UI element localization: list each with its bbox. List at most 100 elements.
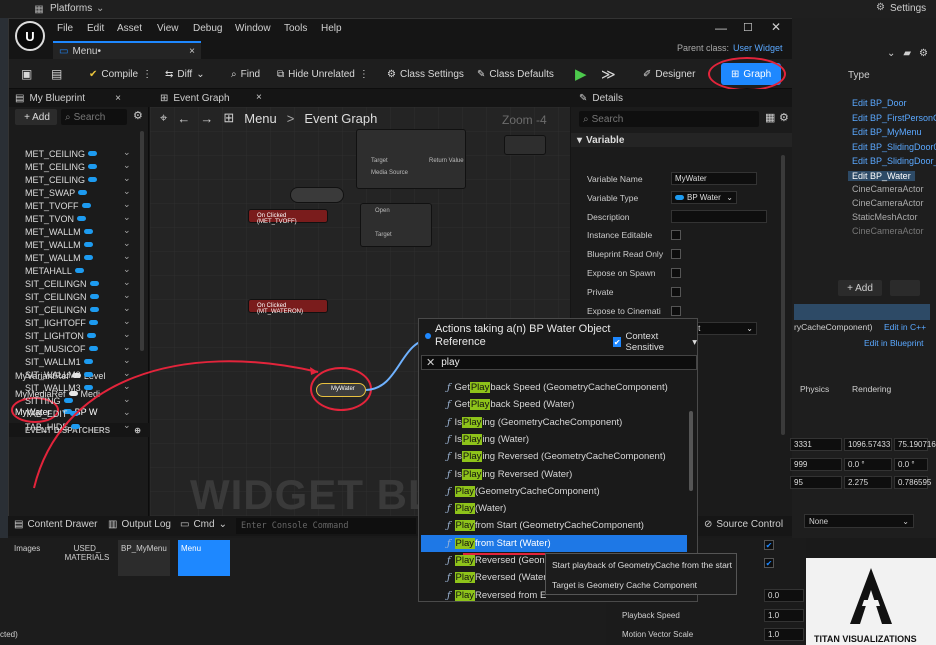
gear-icon[interactable]: ⚙ [133,109,143,122]
action-item[interactable]: ƒ Is Play ing Reversed (Water) [447,466,572,483]
tab-close-icon[interactable]: × [189,46,195,57]
variable-row[interactable]: SIT_WALLM2 [25,368,93,381]
variable-row[interactable]: TAB_HIDE [25,420,81,433]
rotation-y-field[interactable]: 0.0 ° [844,458,892,471]
hide-unrelated-button[interactable]: ⧉ Hide Unrelated ⋮ [277,65,369,83]
chevron-down-icon[interactable]: ⌄ [887,48,895,59]
chevron-down-icon[interactable]: ⌄ [123,329,131,340]
variable-row[interactable]: SIT_MUSICOF [25,342,98,355]
checkbox[interactable] [671,268,681,278]
menu-file[interactable]: File [57,23,73,34]
menu-window[interactable]: Window [235,23,271,34]
checkbox[interactable] [671,249,681,260]
chevron-down-icon[interactable]: ⌄ [123,212,131,223]
variable-row[interactable]: SIT_CEILINGN [25,303,99,316]
action-item[interactable]: ƒ Is Play ing Reversed (GeometryCacheCompo… [447,448,666,465]
scrollbar[interactable] [140,131,144,351]
geometry-cache-dropdown[interactable]: None ⌄ [804,514,914,528]
variable-row[interactable]: MET_CEILING [25,147,98,160]
location-x-field[interactable]: 3331 [790,438,842,451]
variable-row[interactable]: MET_TVON [25,212,87,225]
console-input[interactable]: Enter Console Command [236,518,416,534]
fast-forward-icon[interactable]: ≫ [601,65,616,83]
settings-menu[interactable]: Settings [890,3,926,14]
checkbox[interactable] [671,230,681,241]
chevron-down-icon[interactable]: ⌄ [123,316,131,327]
chevron-down-icon[interactable]: ⌄ [123,199,131,210]
action-search-input[interactable]: ✕ play [421,355,697,370]
variable-row[interactable]: SITTING [25,394,73,407]
variable-row[interactable]: SIT_LIGHTON [25,329,96,342]
gear-icon[interactable]: ⚙ [779,111,789,124]
variable-row[interactable]: MET_WALLM [25,238,93,251]
variable-row[interactable]: MET_CEILING [25,160,98,173]
my-blueprint-tab[interactable]: ▤ My Blueprint × [9,89,149,107]
tab-physics[interactable]: Physics [800,384,829,394]
variable-section-header[interactable]: ▾ Variable [571,133,793,147]
blueprint-options-button[interactable] [890,280,920,296]
edit-in-blueprint-link[interactable]: Edit in Blueprint [864,338,924,348]
checkbox[interactable]: ✔ [764,540,774,550]
variable-row[interactable]: SIT_WALLM3 [25,381,93,394]
location-z-field[interactable]: 75.190716 [894,438,936,451]
compile-button[interactable]: ✔ Compile ⋮ [89,65,152,83]
action-item[interactable]: ƒ Get Play back Speed (GeometryCacheCompon… [447,379,668,396]
add-circle-icon[interactable]: ⊕ [134,426,141,435]
chevron-down-icon[interactable]: ⌄ [123,381,131,392]
action-item[interactable]: ƒ Get Play back Speed (Water) [447,396,574,413]
edit-in-cpp-link[interactable]: Edit in C++ [884,322,926,332]
type-column-header[interactable]: Type [848,70,870,81]
chevron-down-icon[interactable]: ⌄ [123,368,131,379]
source-control-button[interactable]: ⊘ Source Control [704,519,783,530]
browse-icon[interactable]: ▤ [51,65,62,83]
clear-icon[interactable]: ✕ [426,356,435,369]
chevron-down-icon[interactable]: ⌄ [123,173,131,184]
platforms-menu[interactable]: Platforms [50,3,92,14]
variable-type-dropdown[interactable]: BP Water ⌄ [671,190,737,204]
add-component-button[interactable]: + Add [838,280,882,296]
unreal-logo-icon[interactable]: U [15,21,45,51]
blueprint-search-input[interactable]: ⌕ Search [61,109,127,125]
chevron-down-icon[interactable]: ⌄ [123,355,131,366]
variable-row[interactable]: METAHALL [25,264,84,277]
add-button[interactable]: + Add [15,109,57,125]
rotation-z-field[interactable]: 0.0 ° [894,458,928,471]
diff-button[interactable]: ⇆ Diff ⌄ [165,65,205,83]
parent-class-value[interactable]: User Widget [733,43,783,53]
asset-tile-bp-mymenu[interactable]: BP_MyMenu [118,540,170,576]
outliner-edit-link[interactable]: Edit BP_Water [848,170,915,181]
motion-vector-scale-field[interactable]: 1.0 [764,628,804,641]
chevron-down-icon[interactable]: ⌄ [123,147,131,158]
action-item[interactable]: ƒ Is Play ing (GeometryCacheComponent) [447,414,622,431]
variable-name-field[interactable]: MyWater [671,172,757,185]
menu-asset[interactable]: Asset [117,23,142,34]
gear-icon[interactable]: ⚙ [919,48,928,59]
cmd-dropdown[interactable]: ▭ Cmd ⌄ [180,519,227,530]
outliner-edit-link[interactable]: Edit BP_MyMenu [852,127,922,137]
asset-images-label[interactable]: Images [14,544,40,553]
variable-row[interactable]: MET_CEILING [25,173,98,186]
variable-row[interactable]: MET_WALLM [25,225,93,238]
variable-row[interactable]: SIT_WALLM1 [25,355,93,368]
action-item[interactable]: ƒ Play (Water) [447,500,506,517]
chevron-down-icon[interactable]: ⌄ [123,186,131,197]
context-sensitive-toggle[interactable]: ✔ Context Sensitive ▾ [613,331,697,353]
menu-help[interactable]: Help [321,23,342,34]
checkbox[interactable]: ✔ [764,558,774,568]
action-item[interactable]: ƒ Play (GeometryCacheComponent) [447,483,600,500]
chevron-down-icon[interactable]: ⌄ [123,238,131,249]
chevron-down-icon[interactable]: ⌄ [123,277,131,288]
variable-row[interactable]: SIT_IIGHTOFF [25,316,98,329]
details-tab[interactable]: ✎ Details [571,89,793,107]
description-field[interactable] [671,209,767,223]
action-item[interactable]: ƒ Is Play ing (Water) [447,431,529,448]
play-icon[interactable]: ▶ [575,65,587,83]
asset-tile-menu[interactable]: Menu [178,540,230,576]
details-search-input[interactable]: ⌕ Search [579,111,759,127]
grid-view-icon[interactable]: ▦ [765,111,775,124]
scale-z-field[interactable]: 0.786595 [894,476,931,489]
chevron-down-icon[interactable]: ⌄ [123,160,131,171]
menu-tools[interactable]: Tools [284,23,307,34]
chevron-down-icon[interactable]: ⌄ [123,303,131,314]
property-value-field[interactable]: 0.0 [764,589,804,602]
